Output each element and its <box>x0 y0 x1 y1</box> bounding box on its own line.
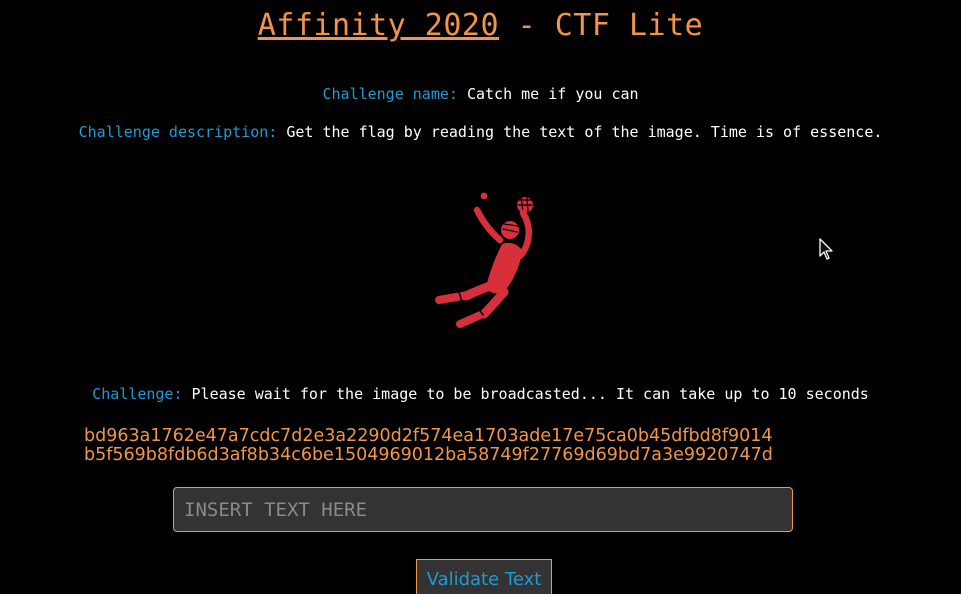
challenge-label: Challenge: <box>92 385 183 403</box>
answer-input[interactable] <box>173 487 793 532</box>
validate-text-button[interactable]: Validate Text <box>416 559 552 594</box>
title-link[interactable]: Affinity 2020 <box>258 8 499 43</box>
goalkeeper-catch-icon <box>435 192 533 328</box>
challenge-description-row: Challenge description: Get the flag by r… <box>0 123 961 141</box>
mouse-pointer-icon <box>819 238 833 260</box>
challenge-name-label: Challenge name: <box>322 85 458 103</box>
challenge-description-value: Get the flag by reading the text of the … <box>286 123 883 141</box>
challenge-row: Challenge: Please wait for the image to … <box>0 385 961 403</box>
hash-line-2: b5f569b8fdb6d3af8b34c6be1504969012ba5874… <box>84 445 773 465</box>
hash-block: bd963a1762e47a7cdc7d2e3a2290d2f574ea1703… <box>84 427 773 465</box>
page-title: Affinity 2020 - CTF Lite <box>0 8 961 43</box>
hash-line-1: bd963a1762e47a7cdc7d2e3a2290d2f574ea1703… <box>84 426 773 446</box>
ctf-page: Affinity 2020 - CTF Lite Challenge name:… <box>0 0 961 594</box>
challenge-name-value: Catch me if you can <box>466 85 639 103</box>
challenge-value: Please wait for the image to be broadcas… <box>191 385 869 403</box>
title-suffix: - CTF Lite <box>499 8 704 43</box>
challenge-name-row: Challenge name: Catch me if you can <box>0 85 961 103</box>
challenge-description-label: Challenge description: <box>78 123 278 141</box>
